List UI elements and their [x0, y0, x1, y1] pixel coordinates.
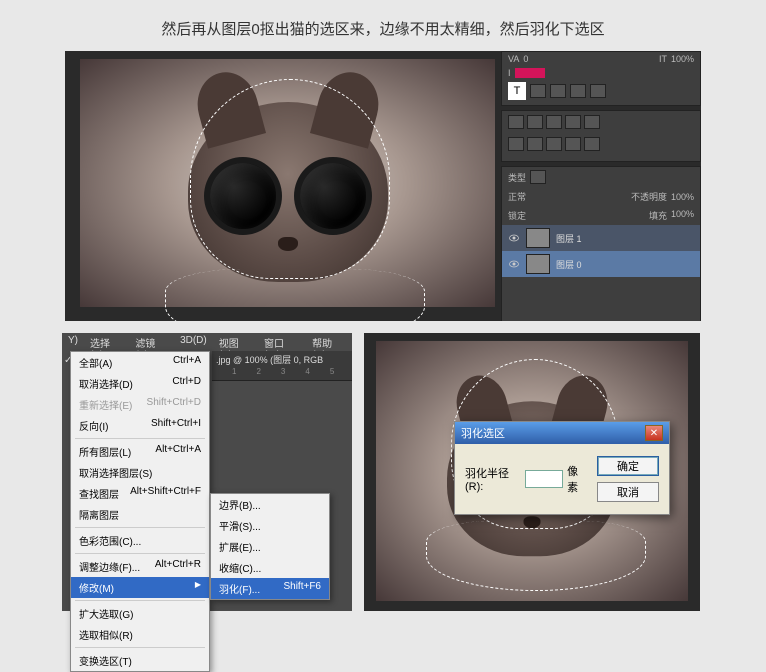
color-label: I [508, 68, 511, 78]
adjust-icon[interactable] [508, 115, 524, 129]
dialog-title: 羽化选区 [461, 425, 505, 441]
modify-submenu: 边界(B)... 平滑(S)... 扩展(E)... 收缩(C)... 羽化(F… [210, 493, 330, 600]
canvas-area[interactable] [80, 59, 495, 307]
type-style-icon[interactable] [550, 84, 566, 98]
adjust-icon[interactable] [565, 137, 581, 151]
menu-item-deselect-layers[interactable]: 取消选择图层(S) [71, 462, 209, 483]
radius-input[interactable] [525, 470, 563, 488]
menu-bar-item[interactable]: 窗口(W) [258, 333, 306, 351]
menu-item-find-layers[interactable]: 查找图层Alt+Shift+Ctrl+F [71, 483, 209, 504]
dialog-screenshot: 羽化选区 ✕ 羽化半径(R): 像素 确定 取消 [364, 333, 700, 611]
menu-item-refine-edge[interactable]: 调整边缘(F)...Alt+Ctrl+R [71, 556, 209, 577]
size-label: IT [659, 54, 667, 64]
opacity-label: 不透明度 [631, 190, 667, 203]
eye-icon[interactable] [508, 258, 520, 270]
type-style-icon[interactable] [590, 84, 606, 98]
select-menu-dropdown: 全部(A)Ctrl+A 取消选择(D)Ctrl+D 重新选择(E)Shift+C… [70, 351, 210, 672]
menu-item-all-layers[interactable]: 所有图层(L)Alt+Ctrl+A [71, 441, 209, 462]
filter-icon[interactable] [530, 170, 546, 184]
adjust-icon[interactable] [584, 137, 600, 151]
kind-label: 类型 [508, 171, 526, 184]
menu-separator [75, 527, 205, 528]
adjust-icon[interactable] [546, 115, 562, 129]
menu-item-isolate[interactable]: 隔离图层 [71, 504, 209, 525]
char-value: 0 [523, 54, 528, 64]
menu-item-grow[interactable]: 扩大选取(G) [71, 603, 209, 624]
right-panels: VA 0 IT 100% I T [501, 51, 701, 321]
menu-bar-item[interactable]: 滤镜(T) [129, 333, 174, 351]
adjust-icon[interactable] [508, 137, 524, 151]
type-preview: T [508, 82, 526, 100]
submenu-item-contract[interactable]: 收缩(C)... [211, 557, 329, 578]
adjustments-panel[interactable] [501, 110, 701, 162]
top-screenshot: VA 0 IT 100% I T [65, 51, 701, 321]
instruction-text: 然后再从图层0抠出猫的选区来，边缘不用太精细，然后羽化下选区 [0, 0, 766, 51]
layer-row[interactable]: 图层 1 [502, 225, 700, 251]
size-value: 100% [671, 54, 694, 64]
opacity-value[interactable]: 100% [671, 192, 694, 202]
submenu-arrow-icon: ▶ [195, 580, 201, 595]
radius-label: 羽化半径(R): [465, 465, 521, 493]
cat-image [188, 102, 388, 282]
menu-item-modify[interactable]: 修改(M)▶ [71, 577, 209, 598]
adjust-icon[interactable] [527, 137, 543, 151]
menu-item-similar[interactable]: 选取相似(R) [71, 624, 209, 645]
ok-button[interactable]: 确定 [597, 456, 659, 476]
fill-label: 填充 [649, 209, 667, 222]
layer-name[interactable]: 图层 1 [556, 232, 582, 245]
blend-mode[interactable]: 正常 [508, 190, 526, 203]
adjust-icon[interactable] [584, 115, 600, 129]
submenu-item-expand[interactable]: 扩展(E)... [211, 536, 329, 557]
menu-item-reselect: 重新选择(E)Shift+Ctrl+D [71, 394, 209, 415]
menu-separator [75, 600, 205, 601]
unit-label: 像素 [567, 463, 587, 495]
submenu-item-border[interactable]: 边界(B)... [211, 494, 329, 515]
lock-label: 锁定 [508, 209, 526, 222]
layer-row[interactable]: 图层 0 [502, 251, 700, 277]
menu-bar-item[interactable]: 视图(V) [213, 333, 258, 351]
menu-separator [75, 438, 205, 439]
document-tab[interactable]: .jpg @ 100% (图层 0, RGB [212, 351, 352, 368]
eye-icon[interactable] [508, 232, 520, 244]
menu-bar-item[interactable]: 选择(S) [84, 333, 129, 351]
menu-screenshot: Y) 选择(S) 滤镜(T) 3D(D) 视图(V) 窗口(W) 帮助(H) ✓… [62, 333, 352, 611]
menu-item-inverse[interactable]: 反向(I)Shift+Ctrl+I [71, 415, 209, 436]
menu-separator [75, 647, 205, 648]
submenu-item-smooth[interactable]: 平滑(S)... [211, 515, 329, 536]
layer-thumb [526, 228, 550, 248]
menu-bar: Y) 选择(S) 滤镜(T) 3D(D) 视图(V) 窗口(W) 帮助(H) [62, 333, 352, 351]
layer-name[interactable]: 图层 0 [556, 258, 582, 271]
menu-bar-item[interactable]: Y) [62, 333, 84, 351]
adjust-icon[interactable] [546, 137, 562, 151]
menu-separator [75, 553, 205, 554]
menu-item-all[interactable]: 全部(A)Ctrl+A [71, 352, 209, 373]
character-panel[interactable]: VA 0 IT 100% I T [501, 51, 701, 106]
feather-dialog: 羽化选区 ✕ 羽化半径(R): 像素 确定 取消 [454, 421, 670, 515]
layers-panel[interactable]: 类型 正常 不透明度 100% 锁定 填充 100% 图层 1 图层 [501, 166, 701, 321]
adjust-icon[interactable] [565, 115, 581, 129]
char-label: VA [508, 54, 519, 64]
menu-bar-item[interactable]: 3D(D) [174, 333, 213, 351]
ruler: 12345 [212, 367, 352, 381]
dialog-titlebar[interactable]: 羽化选区 ✕ [455, 422, 669, 444]
menu-item-transform[interactable]: 变换选区(T) [71, 650, 209, 671]
close-icon[interactable]: ✕ [645, 425, 663, 441]
menu-item-color-range[interactable]: 色彩范围(C)... [71, 530, 209, 551]
menu-bar-item[interactable]: 帮助(H) [306, 333, 352, 351]
submenu-item-feather[interactable]: 羽化(F)...Shift+F6 [211, 578, 329, 599]
menu-item-deselect[interactable]: 取消选择(D)Ctrl+D [71, 373, 209, 394]
adjust-icon[interactable] [527, 115, 543, 129]
color-swatch[interactable] [515, 68, 545, 78]
type-style-icon[interactable] [530, 84, 546, 98]
cancel-button[interactable]: 取消 [597, 482, 659, 502]
fill-value[interactable]: 100% [671, 209, 694, 222]
layer-thumb [526, 254, 550, 274]
type-style-icon[interactable] [570, 84, 586, 98]
